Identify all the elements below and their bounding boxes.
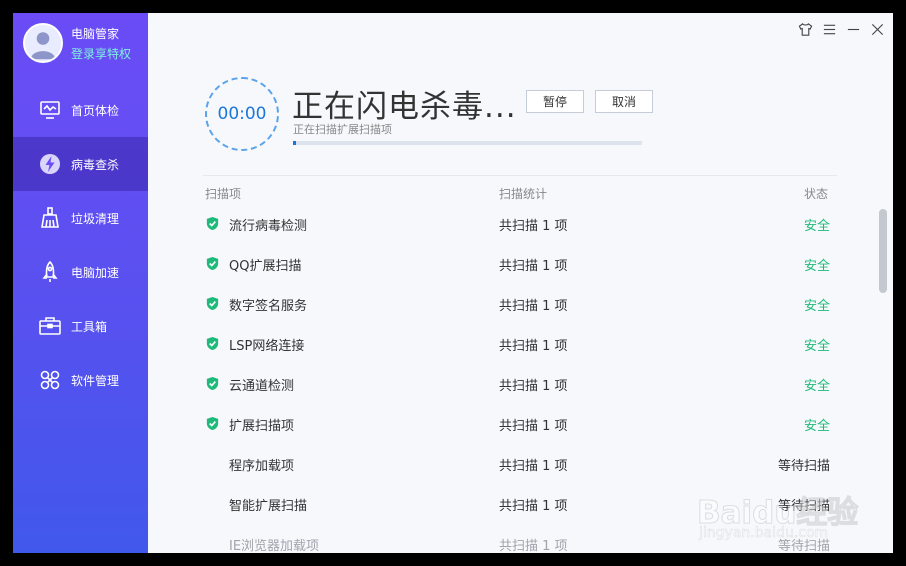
skin-icon: [798, 22, 812, 36]
sidebar: 电脑管家 登录享特权 首页体检 病毒查杀 垃圾清理 电脑加速 工具箱 软件管理: [13, 13, 148, 553]
scan-item-name: 云通道检测: [229, 379, 295, 394]
scan-item-name: 扩展扫描项: [229, 419, 295, 434]
minimize-button[interactable]: [843, 19, 863, 39]
pause-button[interactable]: 暂停: [526, 90, 584, 113]
page-title: 正在闪电杀毒...: [292, 89, 517, 125]
sidebar-item-home-checkup[interactable]: 首页体检: [13, 83, 148, 137]
scan-item-stat: 共扫描 1 项: [499, 419, 568, 434]
timer-text: 00:00: [217, 104, 267, 124]
check-shield-icon: [205, 216, 220, 231]
scan-item-stat: 共扫描 1 项: [499, 459, 568, 474]
scan-item-stat: 共扫描 1 项: [499, 299, 568, 314]
window-controls: [795, 19, 887, 39]
scan-item-name: 流行病毒检测: [229, 219, 308, 234]
check-shield-icon: [205, 376, 220, 391]
scan-item-stat: 共扫描 1 项: [499, 339, 568, 354]
table-row: 扩展扫描项 共扫描 1 项 安全: [203, 403, 843, 443]
table-row: QQ扩展扫描 共扫描 1 项 安全: [203, 243, 843, 283]
cancel-button[interactable]: 取消: [595, 90, 653, 113]
scan-item-name: IE浏览器加载项: [229, 539, 320, 553]
scan-item-state: 安全: [803, 339, 830, 354]
table-row: LSP网络连接 共扫描 1 项 安全: [203, 323, 843, 363]
scan-item-stat: 共扫描 1 项: [499, 539, 568, 553]
sidebar-item-label: 垃圾清理: [71, 211, 120, 226]
avatar[interactable]: [23, 23, 63, 63]
scan-item-state: 等待扫描: [777, 459, 830, 474]
check-shield-icon: [205, 416, 220, 431]
check-shield-icon: [205, 256, 220, 271]
column-header-state: 状态: [803, 187, 828, 201]
sidebar-nav: 首页体检 病毒查杀 垃圾清理 电脑加速 工具箱 软件管理: [13, 83, 148, 407]
table-row: 程序加载项 共扫描 1 项 等待扫描: [203, 443, 843, 483]
sidebar-item-label: 首页体检: [71, 103, 120, 118]
scan-progress-fill: [293, 141, 297, 145]
table-header: 扫描项 扫描统计 状态: [203, 185, 833, 203]
scan-item-state: 安全: [803, 299, 830, 314]
sidebar-item-toolbox[interactable]: 工具箱: [13, 299, 148, 353]
software-icon: [37, 367, 63, 393]
minimize-icon: [847, 28, 859, 30]
app-window: 电脑管家 登录享特权 首页体检 病毒查杀 垃圾清理 电脑加速 工具箱 软件管理 …: [13, 13, 893, 553]
sidebar-item-label: 电脑加速: [71, 265, 120, 280]
divider: [203, 175, 837, 176]
menu-button[interactable]: [819, 19, 839, 39]
scan-item-state: 安全: [803, 419, 830, 434]
menu-icon: [823, 24, 835, 34]
watermark: Baidu经验 jingyan.baidu.com: [696, 487, 877, 547]
close-icon: [871, 23, 883, 35]
scan-item-state: 安全: [803, 219, 830, 234]
check-shield-icon: [205, 296, 220, 311]
profile-area[interactable]: 电脑管家 登录享特权: [23, 21, 148, 81]
table-row: 数字签名服务 共扫描 1 项 安全: [203, 283, 843, 323]
sidebar-item-label: 病毒查杀: [71, 157, 120, 172]
scan-item-stat: 共扫描 1 项: [499, 219, 568, 234]
sidebar-item-software-manager[interactable]: 软件管理: [13, 353, 148, 407]
broom-icon: [37, 205, 63, 231]
skin-button[interactable]: [795, 19, 815, 39]
sidebar-item-label: 软件管理: [71, 373, 120, 388]
sidebar-item-junk-clean[interactable]: 垃圾清理: [13, 191, 148, 245]
sidebar-item-label: 工具箱: [71, 319, 108, 334]
scan-item-stat: 共扫描 1 项: [499, 379, 568, 394]
scan-item-name: 数字签名服务: [229, 299, 308, 314]
scan-item-stat: 共扫描 1 项: [499, 499, 568, 514]
close-button[interactable]: [867, 19, 887, 39]
rocket-icon: [37, 259, 63, 285]
monitor-icon: [37, 97, 63, 123]
scan-item-stat: 共扫描 1 项: [499, 259, 568, 274]
scan-item-state: 安全: [803, 259, 830, 274]
toolbox-icon: [37, 313, 63, 339]
scan-status-text: 正在扫描扩展扫描项: [293, 123, 392, 136]
column-header-stat: 扫描统计: [499, 187, 548, 201]
scan-item-name: 智能扩展扫描: [229, 499, 308, 514]
scan-item-name: 程序加载项: [229, 459, 295, 474]
login-link[interactable]: 登录享特权: [71, 45, 131, 62]
lightning-shield-icon: [37, 151, 63, 177]
scan-item-state: 安全: [803, 379, 830, 394]
check-shield-icon: [205, 336, 220, 351]
scrollbar-thumb[interactable]: [879, 209, 887, 293]
scan-progress-bar: [293, 141, 642, 145]
scan-item-name: LSP网络连接: [229, 339, 305, 354]
table-row: 流行病毒检测 共扫描 1 项 安全: [203, 203, 843, 243]
sidebar-item-speedup[interactable]: 电脑加速: [13, 245, 148, 299]
sidebar-item-virus-scan[interactable]: 病毒查杀: [13, 137, 148, 191]
table-row: 云通道检测 共扫描 1 项 安全: [203, 363, 843, 403]
scan-item-name: QQ扩展扫描: [229, 259, 302, 274]
column-header-item: 扫描项: [205, 187, 242, 201]
scan-timer: 00:00: [205, 77, 279, 151]
app-name: 电脑管家: [71, 27, 120, 41]
watermark-url: jingyan.baidu.com: [699, 525, 829, 542]
